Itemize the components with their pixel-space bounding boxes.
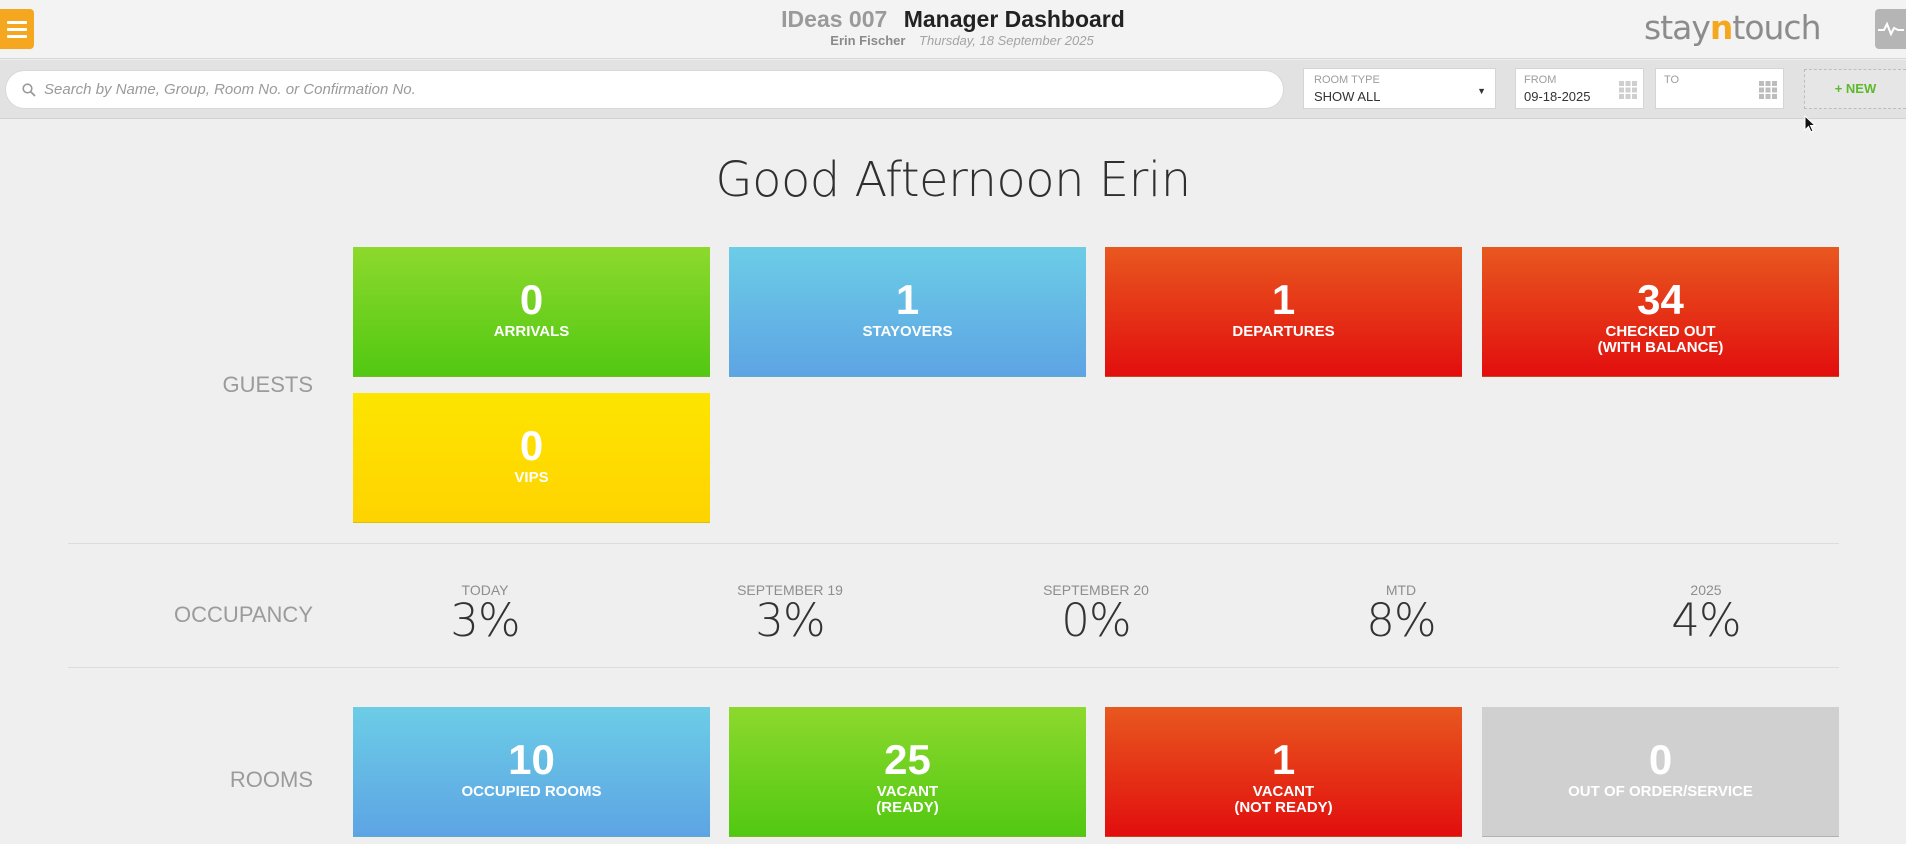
tile-value: 0 [519,276,544,323]
vacant-not-ready-tile[interactable]: 1 VACANT (NOT READY) [1105,707,1462,837]
tile-label: ARRIVALS [493,323,570,340]
room-type-select[interactable]: ROOM TYPE SHOW ALL ▼ [1303,68,1496,109]
rooms-section-label: ROOMS [229,767,313,792]
tile-sublabel: (WITH BALANCE) [1597,339,1724,356]
departures-tile[interactable]: 1 DEPARTURES [1105,247,1462,377]
vacant-ready-tile[interactable]: 25 VACANT (READY) [729,707,1086,837]
search-filter-bar: ROOM TYPE SHOW ALL ▼ FROM 09-18-2025 TO … [0,60,1906,119]
tile-label: OUT OF ORDER/SERVICE [1568,783,1753,800]
tile-label: VIPS [514,469,549,486]
occupancy-sep19: SEPTEMBER 19 3% [690,582,890,644]
occupied-rooms-tile[interactable]: 10 OCCUPIED ROOMS [353,707,710,837]
occupancy-value: 0% [1061,594,1131,647]
tile-label: STAYOVERS [862,323,953,340]
stayntouch-logo: stayntouch [1644,8,1822,47]
tile-value: 1 [1271,736,1296,783]
new-reservation-button[interactable]: + NEW [1804,69,1906,109]
tile-value: 10 [508,736,555,783]
guests-section-label: GUESTS [222,372,313,397]
tile-label: VACANT [876,783,939,800]
caret-down-icon: ▼ [1477,86,1486,96]
occupancy-value: 3% [450,594,520,647]
occupancy-sep20: SEPTEMBER 20 0% [996,582,1196,644]
tile-label: OCCUPIED ROOMS [461,783,602,800]
search-box[interactable] [5,70,1284,109]
occupancy-mtd: MTD 8% [1301,582,1501,644]
section-divider [68,543,1839,544]
out-of-order-tile[interactable]: 0 OUT OF ORDER/SERVICE [1482,707,1839,837]
user-name: Erin Fischer [830,33,906,48]
tile-label: CHECKED OUT [1605,323,1716,340]
calendar-icon [1619,81,1637,99]
room-type-value: SHOW ALL [1314,89,1381,104]
to-date-field[interactable]: TO [1655,68,1784,109]
tile-value: 0 [519,422,544,469]
activity-button[interactable] [1875,9,1906,49]
occupancy-section-label: OCCUPANCY [174,602,313,627]
tile-value: 0 [1648,736,1673,783]
app-header: IDeas 007 Manager Dashboard Erin Fischer… [0,0,1906,59]
tile-sublabel: (NOT READY) [1234,799,1333,816]
tile-value: 1 [1271,276,1296,323]
occupancy-today: TODAY 3% [385,582,585,644]
occupancy-value: 4% [1671,594,1741,647]
hotel-name: IDeas 007 [781,6,888,32]
from-date-field[interactable]: FROM 09-18-2025 [1515,68,1644,109]
greeting-text: Good Afternoon Erin [715,152,1191,208]
search-icon [22,82,36,97]
room-type-label: ROOM TYPE [1314,74,1380,86]
tile-label: DEPARTURES [1232,323,1335,340]
tile-value: 25 [884,736,931,783]
mouse-pointer-icon [1804,115,1816,133]
occupancy-year: 2025 4% [1606,582,1806,644]
tile-sublabel: (READY) [876,799,939,816]
vips-tile[interactable]: 0 VIPS [353,393,710,523]
occupancy-value: 8% [1366,594,1436,647]
tile-value: 1 [895,276,920,323]
occupancy-value: 3% [755,594,825,647]
pulse-icon [1877,21,1904,37]
tile-value: 34 [1637,276,1684,323]
calendar-icon [1759,81,1777,99]
page-title: Manager Dashboard [903,6,1125,32]
business-date: Thursday, 18 September 2025 [919,33,1094,48]
search-input[interactable] [44,81,1264,98]
arrivals-tile[interactable]: 0 ARRIVALS [353,247,710,377]
tile-label: VACANT [1252,783,1315,800]
stayovers-tile[interactable]: 1 STAYOVERS [729,247,1086,377]
checked-out-balance-tile[interactable]: 34 CHECKED OUT (WITH BALANCE) [1482,247,1839,377]
section-divider [68,667,1839,668]
title-block: IDeas 007 Manager Dashboard Erin Fischer… [0,6,1906,49]
